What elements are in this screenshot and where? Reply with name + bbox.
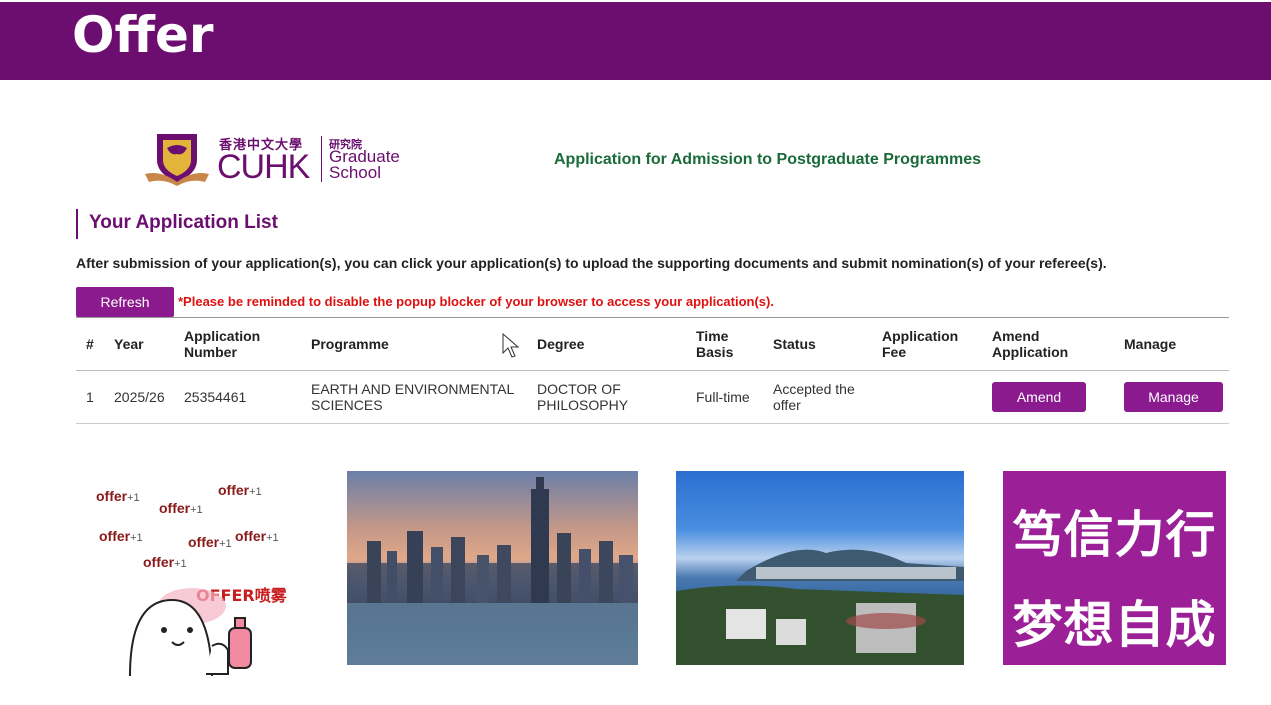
col-header-time-basis-line1: Time [696,328,729,344]
offer-banner: Offer [0,2,1271,80]
cell-manage: Manage [1114,371,1229,424]
col-header-year: Year [114,336,144,352]
campus-landscape-icon [676,549,964,665]
col-header-time-basis-line2: Basis [696,344,734,360]
banner-title: Offer [72,6,214,64]
table-header-row: # Year Application Number Programme Degr… [76,317,1229,371]
sticker-offer-6: offer+1 [235,528,279,544]
col-header-application-fee-line2: Fee [882,344,907,360]
cell-num: 1 [86,389,94,405]
offer-sticker-image: offer+1 offer+1 offer+1 offer+1 offer+1 … [72,452,308,680]
cell-programme-line2: SCIENCES [311,397,383,413]
cell-application-number[interactable]: 25354461 [174,371,301,424]
col-header-amend-line2: Application [992,344,1069,360]
amend-button[interactable]: Amend [992,382,1086,412]
logo-short-name: CUHK [217,148,310,186]
crest-icon [145,134,209,186]
col-header-amend-application: Amend Application [982,318,1114,371]
col-header-application-number-line2: Number [184,344,237,360]
motto-line1: 笃信力行 [1012,506,1217,564]
logo-divider [321,136,322,182]
col-header-time-basis: Time Basis [686,318,763,371]
ghost-character-icon [129,588,252,677]
campus-view-photo [676,471,964,665]
col-header-application-number: Application Number [174,318,301,371]
col-header-application-fee-line1: Application [882,328,959,344]
motto-line2: 梦想自成 [1012,596,1217,654]
cell-degree-line1: DOCTOR OF [537,381,621,397]
cell-time-basis: Full-time [696,389,750,405]
hong-kong-skyline-photo [347,471,638,665]
admission-title: Application for Admission to Postgraduat… [554,151,982,168]
cell-application-fee [872,371,982,424]
col-header-application-number-line1: Application [184,328,261,344]
cell-amend: Amend [982,371,1114,424]
table-row[interactable]: 1 2025/26 25354461 EARTH AND ENVIRONMENT… [76,371,1229,424]
application-list-heading: Your Application List [76,209,278,239]
instruction-text: After submission of your application(s),… [76,255,1107,271]
logo-school-line2: School [329,163,381,182]
cell-status-line2: offer [773,397,801,413]
cell-status: Accepted the offer [763,371,872,424]
skyline-buildings-icon [347,477,638,665]
col-header-amend-line1: Amend [992,328,1040,344]
sticker-offer-1: offer+1 [96,488,140,504]
application-table: # Year Application Number Programme Degr… [76,317,1229,424]
col-header-status: Status [773,336,816,352]
popup-warning: *Please be reminded to disable the popup… [178,294,774,309]
col-header-manage: Manage [1124,336,1177,352]
logo-school-name: Graduate School [329,148,400,182]
col-header-degree: Degree [537,336,585,352]
sticker-offer-3: offer+1 [159,500,203,516]
col-header-application-fee: Application Fee [872,318,982,371]
cell-status-line1: Accepted the [773,381,855,397]
cell-degree-line2: PHILOSOPHY [537,397,629,413]
sticker-offer-2: offer+1 [218,482,262,498]
motto-image: 笃信力行 梦想自成 [1003,471,1226,665]
refresh-button[interactable]: Refresh [76,287,174,317]
col-header-programme: Programme [311,336,389,352]
sticker-offer-4: offer+1 [99,528,143,544]
mouse-pointer-icon [502,333,520,358]
sticker-offer-7: offer+1 [143,554,187,570]
cell-programme-line1: EARTH AND ENVIRONMENTAL [311,381,515,397]
cell-programme: EARTH AND ENVIRONMENTAL SCIENCES [301,371,527,424]
cell-degree: DOCTOR OF PHILOSOPHY [527,371,686,424]
col-header-num: # [86,336,94,352]
cell-year: 2025/26 [114,389,165,405]
cuhk-logo: 香港中文大學 CUHK 研究院 Graduate School [143,130,413,190]
manage-button[interactable]: Manage [1124,382,1223,412]
sticker-offer-5: offer+1 [188,534,232,550]
